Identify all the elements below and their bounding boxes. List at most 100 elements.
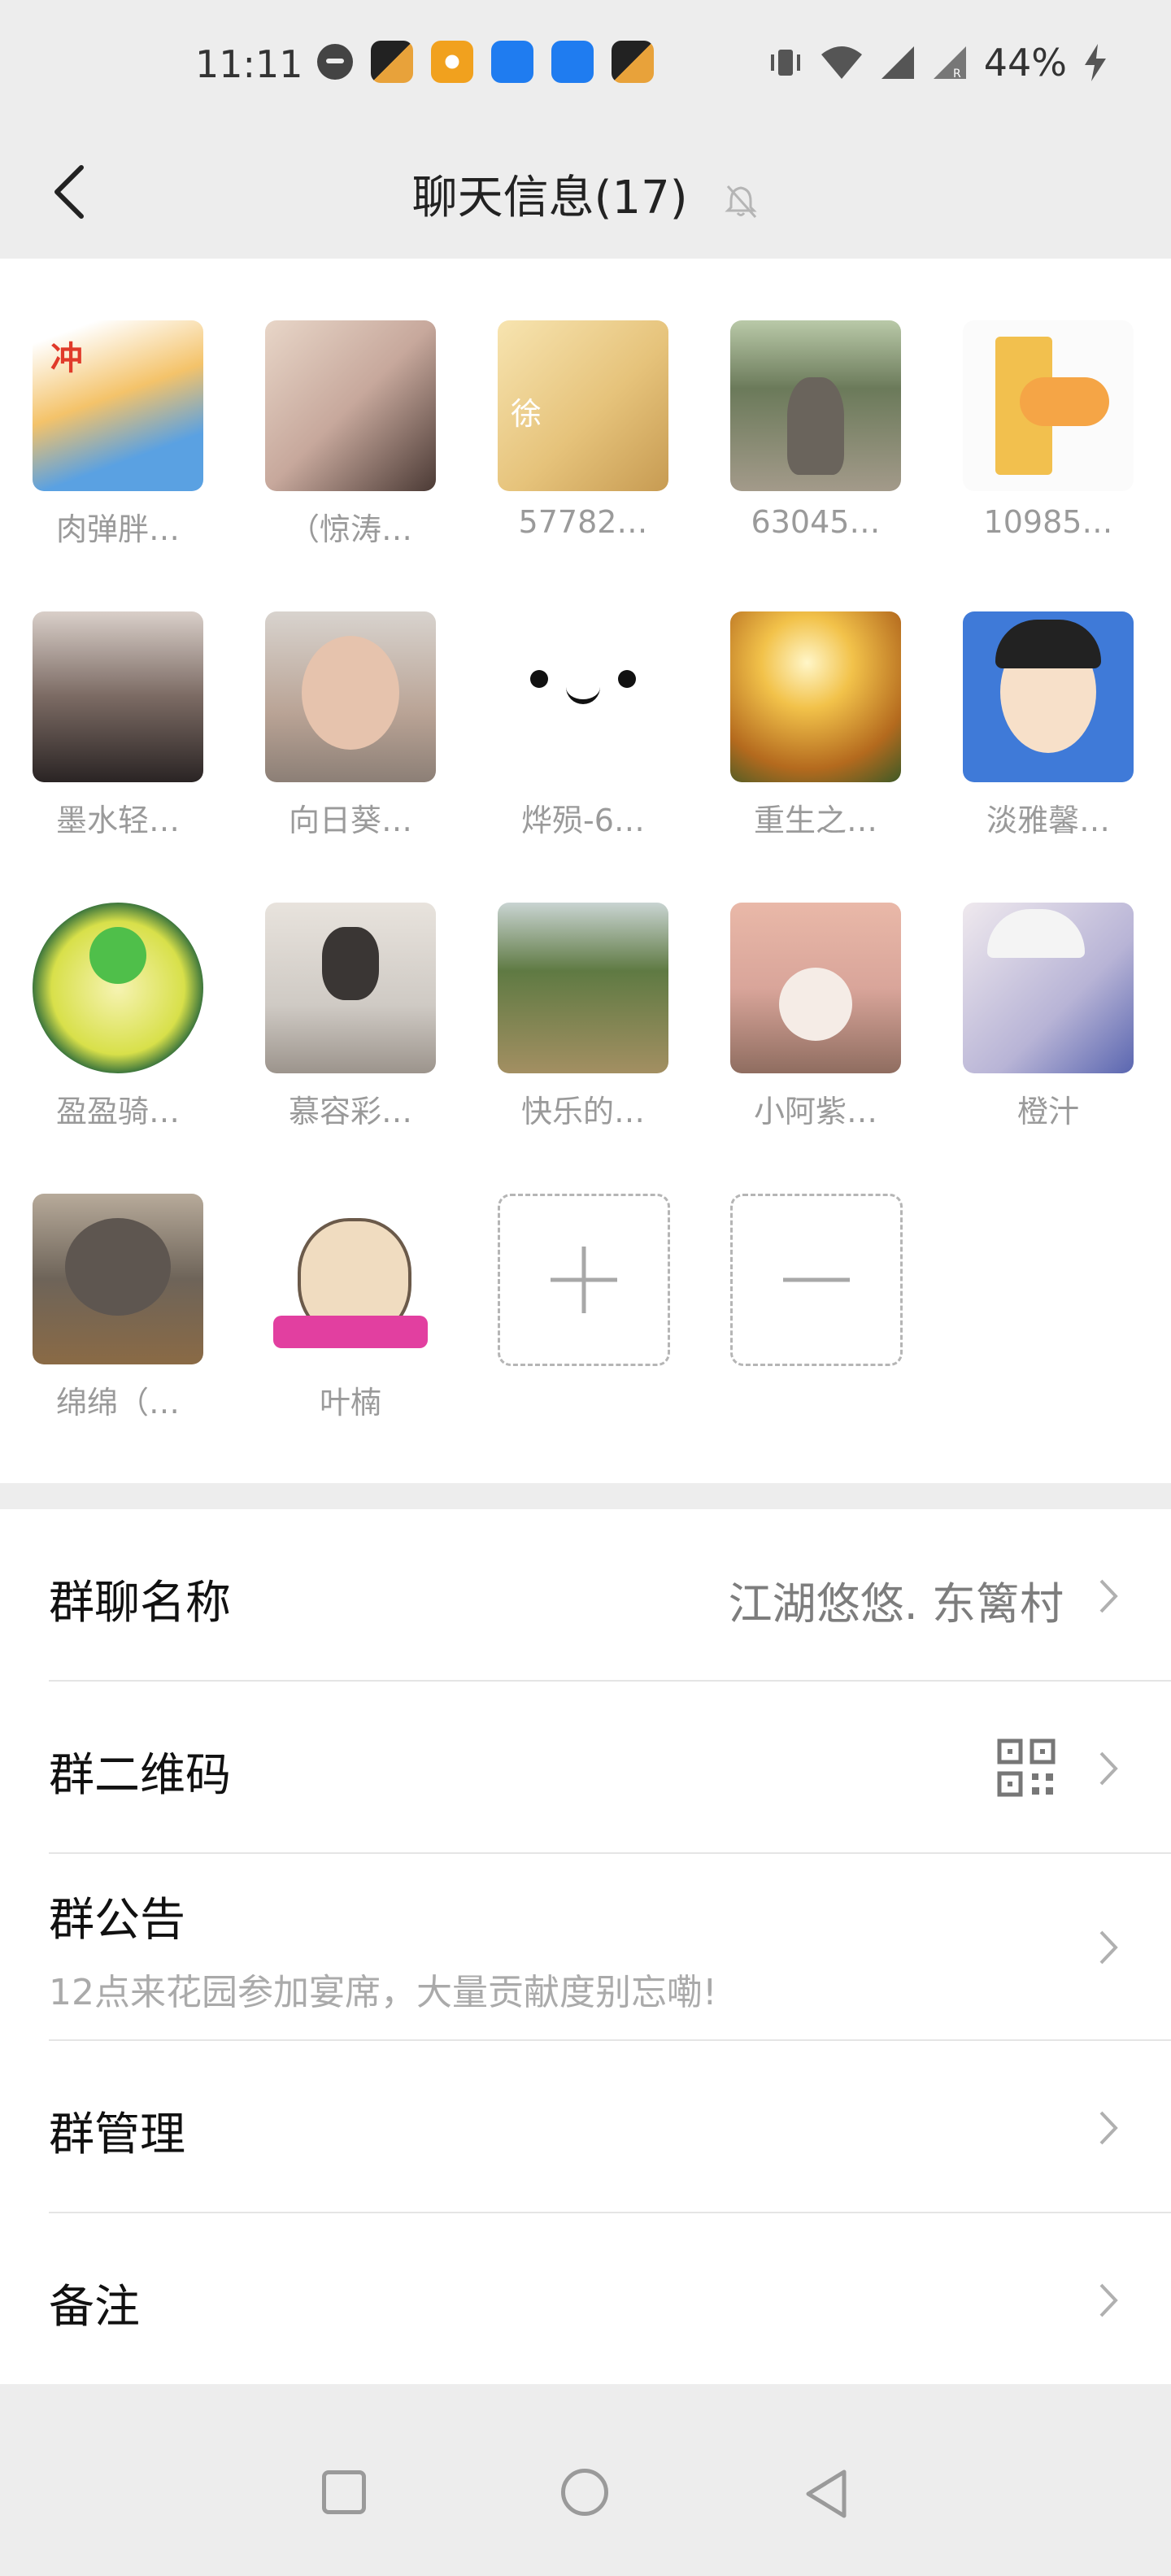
member-item[interactable]: 绵绵（… [33,1194,203,1422]
avatar[interactable] [498,611,668,782]
back-icon[interactable] [797,2465,854,2522]
battery-percent: 44% [983,41,1067,85]
member-item[interactable]: 烨殒-6… [498,611,668,840]
avatar[interactable]: 徐 [498,320,668,491]
group-name-value: 江湖悠悠. 东篱村 [728,1578,1064,1630]
signal-icon [881,46,914,79]
avatar[interactable] [265,1194,436,1364]
app-icon [551,41,594,83]
announcement-text: 12点来花园参加宴席，大量贡献度别忘嘞! [49,1972,717,2013]
avatar[interactable] [33,903,203,1073]
app-icon [491,41,533,83]
home-icon[interactable] [561,2469,608,2516]
plus-icon [551,1247,617,1313]
avatar[interactable] [33,611,203,782]
member-item[interactable]: 向日葵… [265,611,436,840]
member-name: 叶楠 [319,1385,381,1421]
avatar[interactable] [498,903,668,1073]
app-icon [431,41,473,83]
chevron-right-icon [1099,1751,1118,1786]
notification-icons [317,41,654,83]
member-name: 10985… [983,504,1113,540]
member-name: 肉弹胖… [55,511,180,547]
member-name: 小阿紫… [753,1094,877,1129]
member-name: 烨殒-6… [521,803,645,838]
qr-code-icon [997,1738,1056,1797]
recent-apps-icon[interactable] [322,2470,366,2514]
member-name: 绵绵（… [55,1385,180,1421]
remove-member-button[interactable] [730,1194,903,1366]
message-icon [317,44,353,80]
member-name: 橙汁 [1016,1094,1079,1129]
group-manage-label: 群管理 [49,2108,185,2161]
system-icons: R 44% [768,41,1108,85]
avatar[interactable] [265,903,436,1073]
member-item[interactable]: 橙汁 [963,903,1134,1131]
status-bar: 11:11 R 44% [0,0,1171,130]
wifi-icon [821,46,862,79]
member-name: （惊涛… [288,511,412,547]
chevron-right-icon [1099,2283,1118,2317]
member-item[interactable]: 快乐的… [498,903,668,1131]
chevron-right-icon [1099,1579,1118,1613]
chevron-right-icon [1099,2111,1118,2145]
page-title: 聊天信息(17) [0,161,1171,227]
member-item[interactable]: 叶楠 [265,1194,436,1422]
avatar[interactable] [963,903,1134,1073]
avatar[interactable] [265,320,436,491]
title-text: 聊天信息(17) [411,172,688,224]
avatar[interactable] [730,320,901,491]
chevron-right-icon [1099,1930,1118,1965]
settings-list: 群聊名称 江湖悠悠. 东篱村 群二维码 群公告 12点来花园参加宴席，大量贡献度… [0,1509,1171,2384]
member-name: 57782… [518,504,648,540]
announcement-row[interactable]: 群公告 12点来花园参加宴席，大量贡献度别忘嘞! [0,1854,1171,2039]
remove-member-box[interactable] [730,1194,903,1366]
member-name: 重生之… [753,803,877,838]
avatar[interactable] [963,611,1134,782]
member-item[interactable]: 徐 57782… [498,320,668,540]
member-grid: 冲 肉弹胖… （惊涛… 徐 57782… 63045… 10985… 墨水轻… … [0,259,1171,1483]
charging-icon [1085,44,1106,81]
group-name-label: 群聊名称 [49,1577,231,1630]
member-name: 墨水轻… [55,803,180,838]
member-name: 快乐的… [520,1094,645,1129]
member-item[interactable]: 慕容彩… [265,903,436,1131]
signal-roaming-icon: R [933,46,966,80]
status-time: 11:11 [195,42,303,86]
add-member-button[interactable] [498,1194,670,1366]
member-item[interactable]: 重生之… [730,611,901,840]
avatar[interactable] [265,611,436,782]
member-item[interactable]: （惊涛… [265,320,436,549]
member-item[interactable]: 10985… [963,320,1134,540]
group-manage-row[interactable]: 群管理 [0,2041,1171,2212]
member-item[interactable]: 墨水轻… [33,611,203,840]
member-name: 淡雅馨… [986,803,1110,838]
bell-off-icon [725,185,757,218]
avatar[interactable] [730,611,901,782]
add-member-box[interactable] [498,1194,670,1366]
minus-icon [783,1277,850,1282]
member-item[interactable]: 淡雅馨… [963,611,1134,840]
vibrate-icon [770,50,800,76]
group-name-row[interactable]: 群聊名称 江湖悠悠. 东篱村 [0,1509,1171,1680]
avatar[interactable] [730,903,901,1073]
member-item[interactable]: 63045… [730,320,901,540]
qr-code-row[interactable]: 群二维码 [0,1682,1171,1852]
qr-code-label: 群二维码 [49,1749,231,1802]
svg-text:R: R [953,67,961,80]
app-icon [612,41,654,83]
avatar[interactable] [963,320,1134,491]
member-name: 慕容彩… [288,1094,412,1129]
member-item[interactable]: 小阿紫… [730,903,901,1131]
member-name: 63045… [751,504,881,540]
member-item[interactable]: 冲 肉弹胖… [33,320,203,549]
avatar[interactable] [33,1194,203,1364]
navigation-bar [0,2412,1171,2576]
avatar[interactable]: 冲 [33,320,203,491]
member-name: 盈盈骑… [55,1094,180,1129]
member-item[interactable]: 盈盈骑… [33,903,203,1131]
app-icon [371,41,413,83]
remark-row[interactable]: 备注 [0,2213,1171,2384]
member-name: 向日葵… [288,803,412,838]
remark-label: 备注 [49,2281,140,2334]
